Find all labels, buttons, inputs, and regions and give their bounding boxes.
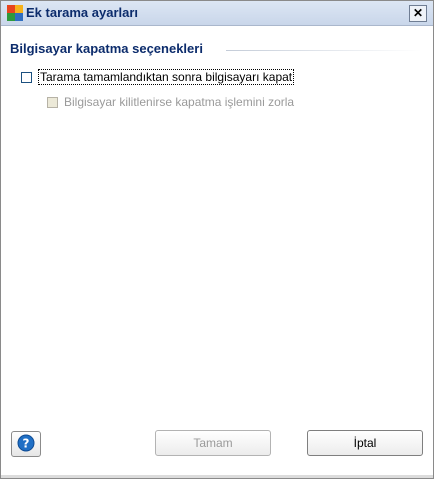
bottom-border xyxy=(1,475,433,478)
force-shutdown-checkbox[interactable] xyxy=(47,96,58,108)
section-divider xyxy=(226,50,421,51)
question-icon: ? xyxy=(17,434,35,455)
shutdown-option-label[interactable]: Tarama tamamlandıktan sonra bilgisayarı … xyxy=(38,69,295,85)
ok-button-label: Tamam xyxy=(193,436,233,450)
force-shutdown-option-row[interactable]: Bilgisayar kilitlenirse kapatma işlemini… xyxy=(47,95,294,109)
svg-text:?: ? xyxy=(23,436,30,450)
cancel-button-label: İptal xyxy=(353,436,377,450)
force-shutdown-option-label: Bilgisayar kilitlenirse kapatma işlemini… xyxy=(64,95,295,109)
title-bar[interactable]: Ek tarama ayarları ✕ xyxy=(1,1,433,26)
section-title: Bilgisayar kapatma seçenekleri xyxy=(10,41,203,56)
shutdown-checkbox[interactable] xyxy=(21,71,32,83)
ok-button[interactable]: Tamam xyxy=(155,430,271,456)
dialog-window: Ek tarama ayarları ✕ Bilgisayar kapatma … xyxy=(0,0,434,479)
help-button[interactable]: ? xyxy=(11,431,41,457)
close-button[interactable]: ✕ xyxy=(409,5,427,22)
shutdown-option-row[interactable]: Tarama tamamlandıktan sonra bilgisayarı … xyxy=(21,69,295,85)
cancel-button[interactable]: İptal xyxy=(307,430,423,456)
close-icon: ✕ xyxy=(412,6,424,20)
app-logo-icon xyxy=(7,5,23,21)
window-title: Ek tarama ayarları xyxy=(26,5,139,20)
